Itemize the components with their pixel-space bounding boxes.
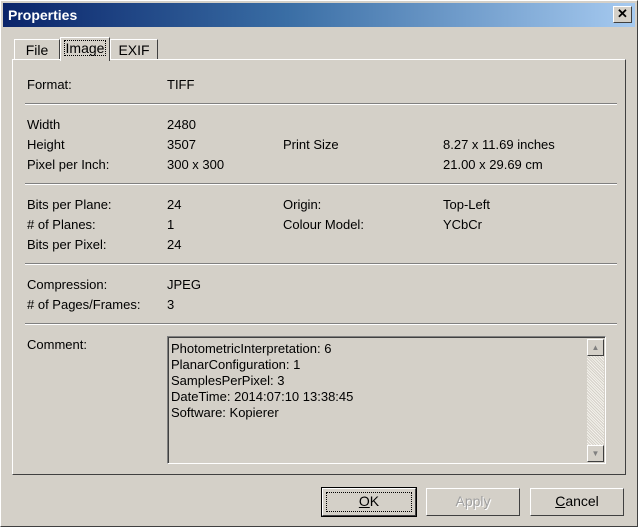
- print-size-label: Print Size: [283, 137, 339, 152]
- origin-value: Top-Left: [443, 197, 490, 212]
- num-planes-label: # of Planes:: [27, 217, 96, 232]
- apply-button[interactable]: Apply: [426, 488, 520, 516]
- comment-textarea[interactable]: PhotometricInterpretation: 6 PlanarConfi…: [167, 336, 606, 464]
- close-button[interactable]: ✕: [613, 6, 632, 23]
- num-planes-value: 1: [167, 217, 175, 232]
- scroll-up-button[interactable]: ▲: [587, 339, 604, 356]
- colour-model-value: YCbCr: [443, 217, 483, 232]
- tab-exif[interactable]: EXIF: [110, 39, 158, 59]
- close-icon[interactable]: ✕: [617, 6, 628, 21]
- triangle-down-icon: ▼: [591, 449, 600, 458]
- cancel-mnemonic: C: [555, 493, 566, 509]
- tab-image[interactable]: Image: [60, 37, 110, 61]
- scroll-down-button[interactable]: ▼: [587, 445, 604, 462]
- height-value: 3507: [167, 137, 196, 152]
- apply-label: Apply: [455, 493, 491, 509]
- comment-line: Software: Kopierer: [171, 405, 279, 420]
- pages-label: # of Pages/Frames:: [27, 297, 141, 312]
- cancel-button[interactable]: Cancel: [530, 488, 624, 516]
- comment-scrollbar[interactable]: ▲ ▼: [587, 339, 604, 462]
- format-label: Format:: [27, 77, 72, 92]
- colour-model-label: Colour Model:: [283, 217, 364, 232]
- tab-file[interactable]: File: [14, 39, 60, 59]
- pages-value: 3: [167, 297, 175, 312]
- separator: [25, 103, 617, 105]
- compression-label: Compression:: [27, 277, 108, 292]
- origin-label: Origin:: [283, 197, 322, 212]
- ok-focus-rect: [326, 492, 412, 512]
- tab-exif-label: EXIF: [118, 42, 150, 58]
- ppi-label: Pixel per Inch:: [27, 157, 110, 172]
- bits-per-pixel-value: 24: [167, 237, 182, 252]
- print-size-inches: 8.27 x 11.69 inches: [443, 137, 555, 152]
- comment-label: Comment:: [27, 337, 87, 352]
- separator: [25, 183, 617, 185]
- print-size-cm: 21.00 x 29.69 cm: [443, 157, 543, 172]
- tab-image-label: Image: [65, 40, 105, 56]
- comment-content[interactable]: PhotometricInterpretation: 6 PlanarConfi…: [168, 337, 605, 463]
- comment-line: PlanarConfiguration: 1: [171, 357, 301, 372]
- cancel-label: Cancel: [555, 493, 599, 509]
- bits-per-plane-value: 24: [167, 197, 182, 212]
- bits-per-pixel-label: Bits per Pixel:: [27, 237, 107, 252]
- bits-per-plane-label: Bits per Plane:: [27, 197, 112, 212]
- comment-line: PhotometricInterpretation: 6: [171, 341, 332, 356]
- compression-value: JPEG: [167, 277, 201, 292]
- separator: [25, 263, 617, 265]
- triangle-up-icon: ▲: [591, 343, 600, 352]
- ppi-value: 300 x 300: [167, 157, 225, 172]
- width-label: Width: [27, 117, 61, 132]
- format-value: TIFF: [167, 77, 195, 92]
- window-title: Properties: [8, 7, 78, 23]
- width-value: 2480: [167, 117, 196, 132]
- title-bar[interactable]: Properties ✕: [3, 3, 635, 27]
- cancel-label-post: ancel: [565, 493, 599, 509]
- comment-line: DateTime: 2014:07:10 13:38:45: [171, 389, 354, 404]
- ok-button[interactable]: OK: [321, 487, 417, 517]
- height-label: Height: [27, 137, 65, 152]
- separator: [25, 323, 617, 325]
- comment-line: SamplesPerPixel: 3: [171, 373, 285, 388]
- tab-file-label: File: [25, 42, 49, 58]
